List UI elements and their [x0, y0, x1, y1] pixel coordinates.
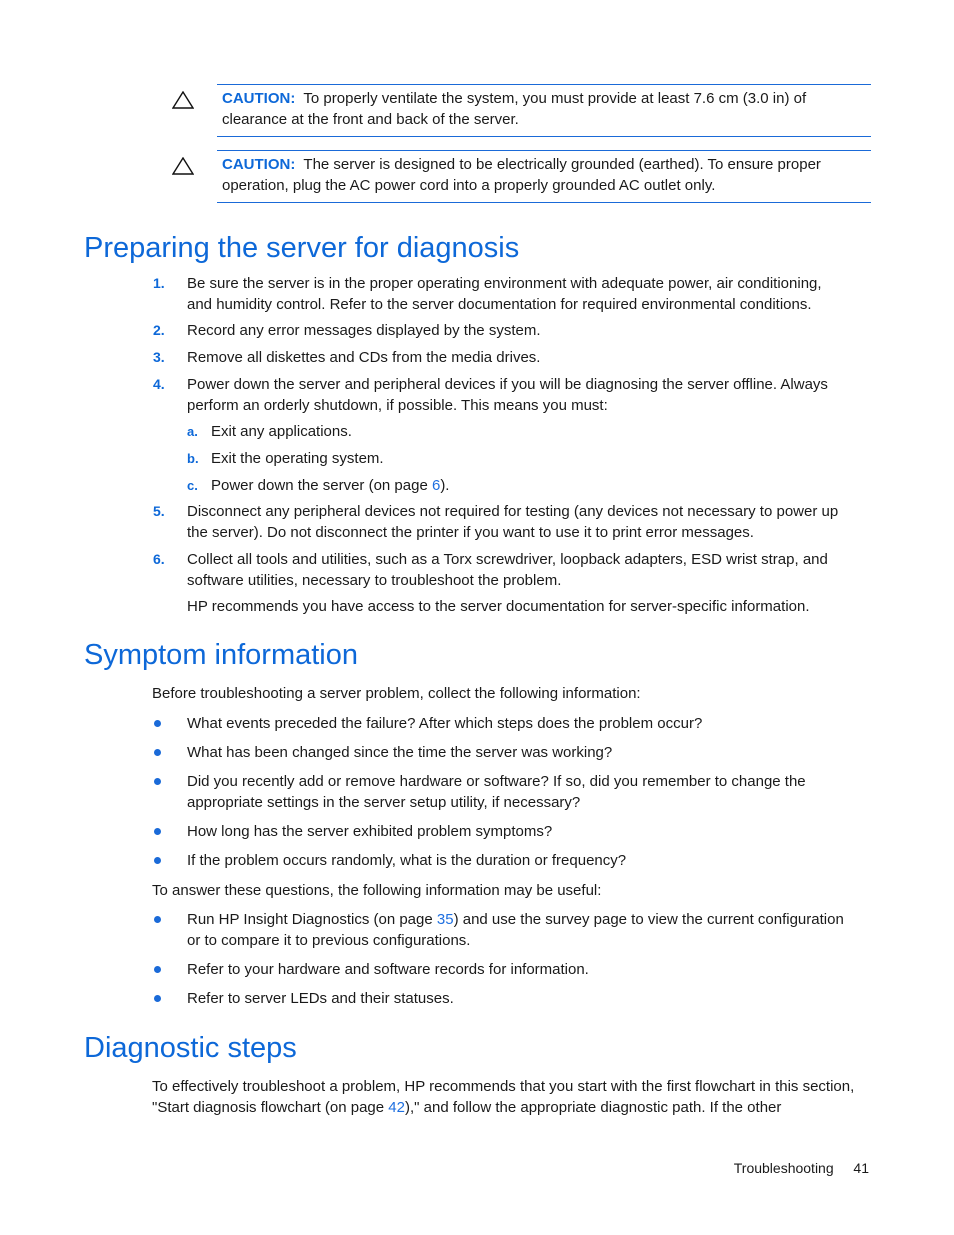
- step-number: 2.: [153, 322, 165, 338]
- substep-a: Exit any applications.: [211, 423, 352, 440]
- symptom-bullet: What events preceded the failure? After …: [187, 715, 703, 732]
- warning-triangle-icon: [172, 157, 194, 175]
- caution-label: CAUTION:: [222, 90, 296, 107]
- symptom-bullet: What has been changed since the time the…: [187, 744, 613, 761]
- step-text: Power down the server and peripheral dev…: [187, 376, 828, 393]
- bullet-text: appropriate settings in the server setup…: [187, 794, 581, 811]
- caution-2: CAUTION: The server is designed to be el…: [222, 154, 872, 196]
- caution-text: operation, plug the AC power cord into a…: [222, 177, 716, 194]
- step-text: perform an orderly shutdown, if possible…: [187, 397, 608, 414]
- diagnostic-paragraph: To effectively troubleshoot a problem, H…: [152, 1076, 872, 1118]
- symptom-bullet: Did you recently add or remove hardware …: [187, 771, 867, 813]
- step-number: 5.: [153, 503, 165, 519]
- step-4: Power down the server and peripheral dev…: [187, 374, 867, 416]
- substep-text: Power down the server (on page: [211, 477, 432, 494]
- step-3: Remove all diskettes and CDs from the me…: [187, 349, 541, 366]
- symptom-intro: Before troubleshooting a server problem,…: [152, 685, 641, 702]
- useful-info-bullet: Refer to your hardware and software reco…: [187, 961, 589, 978]
- step-text: the server). Do not disconnect the print…: [187, 524, 754, 541]
- substep-text: ).: [440, 477, 450, 494]
- caution-1-top-rule: [217, 84, 871, 85]
- caution-2-bottom-rule: [217, 202, 871, 203]
- page-footer: Troubleshooting 41: [734, 1158, 869, 1178]
- substep-b: Exit the operating system.: [211, 450, 384, 467]
- caution-text: To properly ventilate the system, you mu…: [303, 90, 807, 107]
- page-number: 41: [853, 1160, 869, 1176]
- substep-letter: a.: [187, 424, 198, 439]
- paragraph-text: )," and follow the appropriate diagnosti…: [404, 1099, 782, 1116]
- step-text: and humidity control. Refer to the serve…: [187, 296, 812, 313]
- substep-c: Power down the server (on page 6).: [211, 475, 871, 496]
- step-number: 3.: [153, 349, 165, 365]
- symptom-intro-2: To answer these questions, the following…: [152, 882, 602, 899]
- substep-letter: b.: [187, 451, 199, 466]
- step-2: Record any error messages displayed by t…: [187, 322, 541, 339]
- section-heading-diagnostic: Diagnostic steps: [84, 1032, 297, 1064]
- paragraph-text: To effectively troubleshoot a problem, H…: [152, 1078, 855, 1095]
- footer-section-name: Troubleshooting: [733, 1160, 834, 1176]
- bullet-text: Did you recently add or remove hardware …: [187, 773, 806, 790]
- symptom-bullet: If the problem occurs randomly, what is …: [187, 852, 627, 869]
- bullet-icon: [154, 916, 161, 923]
- bullet-icon: [154, 778, 161, 785]
- step-5: Disconnect any peripheral devices not re…: [187, 501, 867, 543]
- bullet-text: Run HP Insight Diagnostics (on page: [187, 911, 437, 928]
- step-number: 6.: [153, 551, 165, 567]
- step-1: Be sure the server is in the proper oper…: [187, 273, 867, 315]
- step-number: 1.: [153, 275, 165, 291]
- step-note: HP recommends you have access to the ser…: [187, 598, 810, 615]
- caution-text: The server is designed to be electricall…: [303, 156, 821, 173]
- section-heading-preparing: Preparing the server for diagnosis: [84, 232, 520, 264]
- bullet-icon: [154, 720, 161, 727]
- caution-2-top-rule: [217, 150, 871, 151]
- bullet-text: ) and use the survey page to view the cu…: [453, 911, 844, 928]
- useful-info-bullet: Refer to server LEDs and their statuses.: [187, 990, 454, 1007]
- caution-text: clearance at the front and back of the s…: [222, 111, 519, 128]
- paragraph-text: "Start diagnosis flowchart (on page: [152, 1099, 389, 1116]
- bullet-icon: [154, 828, 161, 835]
- symptom-bullet: How long has the server exhibited proble…: [187, 823, 553, 840]
- step-text: software utilities, necessary to trouble…: [187, 572, 562, 589]
- step-text: Disconnect any peripheral devices not re…: [187, 503, 839, 520]
- bullet-icon: [154, 966, 161, 973]
- useful-info-bullet: Run HP Insight Diagnostics (on page 35) …: [187, 909, 867, 951]
- caution-1: CAUTION: To properly ventilate the syste…: [222, 88, 872, 130]
- caution-label: CAUTION:: [222, 156, 296, 173]
- section-heading-symptom: Symptom information: [84, 639, 358, 671]
- bullet-icon: [154, 995, 161, 1002]
- caution-1-bottom-rule: [217, 136, 871, 137]
- bullet-icon: [154, 857, 161, 864]
- step-number: 4.: [153, 376, 165, 392]
- bullet-icon: [154, 749, 161, 756]
- step-6: Collect all tools and utilities, such as…: [187, 549, 867, 591]
- step-text: Be sure the server is in the proper oper…: [187, 275, 822, 292]
- bullet-text: or to compare it to previous configurati…: [187, 932, 471, 949]
- step-text: Collect all tools and utilities, such as…: [187, 551, 828, 568]
- page-link-42[interactable]: 42: [388, 1099, 405, 1116]
- substep-letter: c.: [187, 478, 198, 493]
- warning-triangle-icon: [172, 91, 194, 109]
- page-link-35[interactable]: 35: [437, 911, 454, 928]
